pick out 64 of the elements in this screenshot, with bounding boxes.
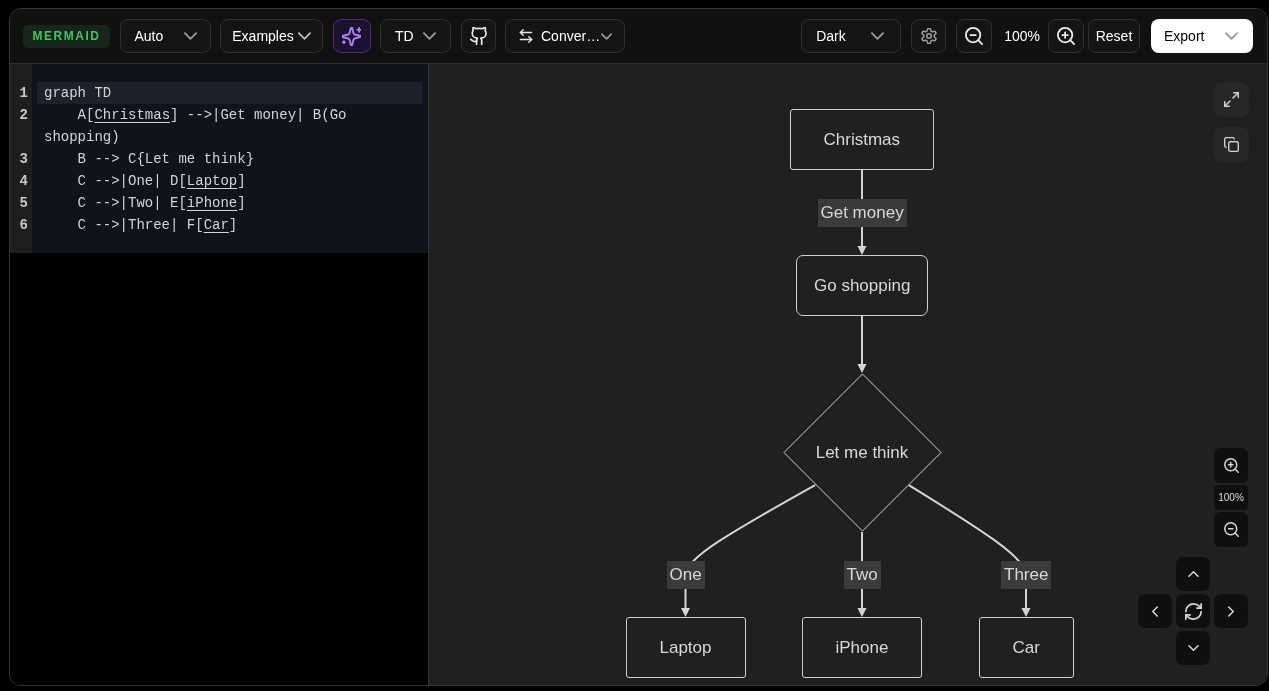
line-number: 4 [19,172,28,191]
zoom-in-button[interactable] [1214,448,1248,483]
edge-label: Get money [817,198,907,227]
ai-button[interactable] [332,19,371,53]
copy-icon [1224,137,1239,152]
expand-icon [1224,92,1239,107]
code-line: B --> C{Let me think} [76,150,256,169]
settings-button[interactable] [911,19,947,53]
copy-button[interactable] [1214,127,1249,162]
flowchart-node: Go shopping [796,255,929,316]
line-number: 6 [19,216,28,235]
fullscreen-button[interactable] [1214,82,1249,117]
edge-label: Two [843,560,881,589]
code-line: A[Christmas] -->|Get money| B(Go shopping) [43,106,348,147]
export-dropdown[interactable]: Export [1151,19,1253,53]
settings-icon [920,28,937,44]
reset-button[interactable]: Reset [1088,19,1140,53]
theme-dropdown[interactable]: Dark [801,19,902,53]
decision-node: Let me think [782,373,942,532]
chevron-down-icon [297,32,311,40]
chevron-down-icon [601,32,612,40]
github-icon [469,27,487,45]
zoom-in-icon [1223,458,1239,473]
edge-label: Three [1001,560,1052,589]
code-line: C -->|Three| F[Car] [76,216,239,235]
zoom-out-icon [965,27,984,45]
chevron-down-icon [423,32,436,40]
chevron-up-icon [1187,571,1199,577]
flowchart-node: Laptop [625,617,746,678]
line-number: 1 [19,84,28,103]
flowchart-node: Car [978,617,1074,678]
edge-label: One [666,560,705,589]
zoom-in-button[interactable] [1048,19,1084,53]
swap-icon [519,29,533,43]
zoom-level: 100% [1004,26,1040,46]
zoom-out-button[interactable] [1214,512,1248,547]
zoom-level: 100% [1214,485,1248,510]
line-number: 3 [19,150,28,169]
chevron-right-icon [1228,605,1234,617]
chevron-down-icon [1187,645,1199,651]
refresh-icon [1184,602,1202,620]
line-number: 2 [19,106,28,125]
convert-dropdown[interactable]: Conver… [505,19,625,53]
line-number: 5 [19,194,28,213]
logo: MERMAID [23,24,110,48]
sparkle-icon [342,26,361,46]
zoom-out-icon [1223,522,1239,537]
zoom-in-icon [1057,27,1075,45]
github-button[interactable] [460,19,496,53]
flowchart-node: Christmas [789,109,934,170]
direction-dropdown[interactable]: TD [380,19,451,53]
chevron-left-icon [1152,605,1158,617]
code-line: C -->|One| D[Laptop] [76,172,247,191]
examples-dropdown[interactable]: Examples [220,19,323,53]
code-editor[interactable]: 1 graph TD 2 A[Christmas] -->|Get money| B(Go shopping) 3 B --> C{Let me think} 4 C -->|One| D[Laptop] 5 C -->|Two| E[iPhone] 6 C -->|Three| F[Car] [10,64,428,253]
chevron-down-icon [871,32,885,40]
reset-view-button[interactable] [1176,594,1210,628]
chevron-down-icon [183,32,197,40]
edge-arrow [857,315,867,373]
zoom-out-button[interactable] [956,19,993,53]
chevron-down-icon [1225,32,1238,40]
code-line: C -->|Two| E[iPhone] [76,194,247,213]
renderer-dropdown[interactable]: Auto [119,19,211,53]
flowchart-node: iPhone [801,617,923,678]
